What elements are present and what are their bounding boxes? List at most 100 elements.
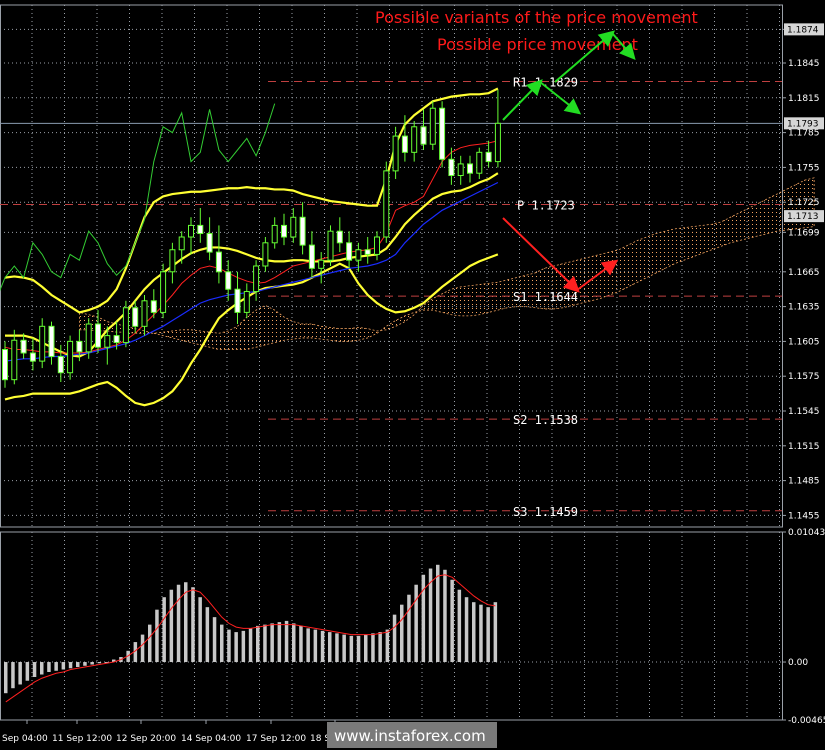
candle-up [290, 216, 297, 238]
y-tick-label: 1.1845 [788, 59, 820, 69]
x-tick-label: 11 Sep 12:00 [52, 734, 112, 744]
pivot-label-s1: S1 1.1644 [513, 290, 578, 304]
candle-up [188, 224, 194, 238]
histogram-bar [479, 604, 483, 663]
candle-down [113, 335, 120, 344]
histogram-bar [40, 662, 44, 675]
candle-down [485, 151, 492, 163]
candle-down [215, 251, 222, 273]
histogram-bar [349, 635, 354, 663]
histogram-bar [371, 633, 375, 663]
forex-chart: R1 1.1829P 1.1723S1 1.1644S2 1.1538S3 1.… [0, 0, 825, 750]
y-tick-label: 1.1815 [788, 94, 820, 104]
candle-down [346, 242, 353, 261]
x-tick-label: 12 Sep 20:00 [116, 734, 176, 744]
histogram-bar [328, 632, 332, 663]
histogram-bar [292, 623, 296, 663]
histogram-bar [176, 584, 181, 663]
histogram-bar [241, 630, 246, 663]
chart-background [0, 0, 825, 750]
candle-up [327, 230, 334, 261]
candle-down [76, 340, 83, 353]
histogram-bar [306, 628, 310, 663]
histogram-bar [248, 628, 253, 663]
histogram-bar [313, 629, 318, 663]
histogram-bar [277, 622, 282, 663]
histogram-bar [263, 624, 267, 663]
candle-down [401, 135, 408, 153]
candle-up [355, 249, 362, 261]
candle-down [57, 355, 64, 374]
histogram-bar [76, 662, 80, 668]
osc-y-tick-label: 0.01043 [788, 528, 825, 538]
candle-down [2, 349, 8, 381]
histogram-bar [220, 624, 224, 663]
candle-down [234, 288, 241, 313]
candle-down [439, 107, 446, 160]
histogram-bar [47, 662, 51, 673]
candle-down [95, 323, 101, 348]
candle-down [132, 307, 139, 327]
y-tick-label: 1.1755 [788, 163, 820, 173]
candle-up [271, 224, 278, 244]
histogram-bar [148, 624, 152, 663]
histogram-bar [436, 564, 440, 663]
histogram-bar [227, 629, 231, 663]
y-tick-label: 1.1515 [788, 442, 820, 452]
pivot-label-p: P 1.1723 [517, 199, 575, 213]
histogram-bar [4, 662, 8, 694]
watermark-text: www.instaforex.com [334, 727, 486, 745]
osc-y-tick-label: -0.00465 [788, 716, 825, 726]
y-tick-label: 1.1605 [788, 337, 820, 347]
candle-up [262, 242, 269, 267]
candle-up [141, 300, 148, 327]
candle-up [253, 265, 260, 293]
x-tick-label: 14 Sep 04:00 [181, 734, 241, 744]
histogram-bar [90, 662, 94, 665]
histogram-bar [162, 597, 166, 663]
pivot-label-s2: S2 1.1538 [513, 413, 578, 427]
candle-down [299, 216, 306, 246]
y-tick-label: 1.1455 [788, 511, 820, 521]
histogram-bar [414, 584, 418, 663]
histogram-bar [256, 625, 260, 663]
histogram-bar [392, 614, 397, 663]
y-tick-label: 1.1725 [788, 198, 820, 208]
candle-down [336, 230, 343, 244]
candle-up [429, 107, 436, 145]
candle-up [67, 340, 74, 374]
histogram-bar [198, 597, 202, 663]
histogram-bar [140, 634, 145, 663]
y-tick-label: 1.1699 [788, 228, 820, 238]
candle-down [48, 325, 55, 357]
histogram-bar [68, 662, 73, 669]
histogram-bar [320, 630, 325, 663]
candle-down [308, 244, 315, 269]
histogram-bar [457, 589, 462, 663]
candle-down [225, 271, 232, 290]
histogram-bar [450, 579, 454, 663]
histogram-bar [407, 594, 411, 663]
candle-down [420, 126, 427, 145]
candle-up [392, 135, 399, 172]
candle-up [39, 325, 46, 362]
histogram-bar [212, 617, 217, 663]
candle-down [364, 249, 371, 255]
histogram-bar [378, 632, 382, 663]
candle-down [20, 339, 27, 354]
pivot-label-s3: S3 1.1459 [513, 505, 578, 519]
histogram-bar [61, 662, 66, 670]
candle-down [29, 352, 36, 362]
histogram-bar [284, 620, 289, 663]
histogram-bar [443, 569, 447, 663]
y-tick-label: 1.1545 [788, 407, 820, 417]
candle-down [197, 224, 204, 235]
price-tag-label: 1.1874 [787, 25, 819, 35]
x-tick-label: Sep 04:00 [2, 734, 48, 744]
watermark: www.instaforex.com [327, 722, 497, 748]
histogram-bar [400, 604, 404, 663]
histogram-bar [493, 602, 498, 663]
candle-up [476, 151, 483, 174]
histogram-bar [25, 662, 30, 681]
histogram-bar [234, 632, 238, 663]
